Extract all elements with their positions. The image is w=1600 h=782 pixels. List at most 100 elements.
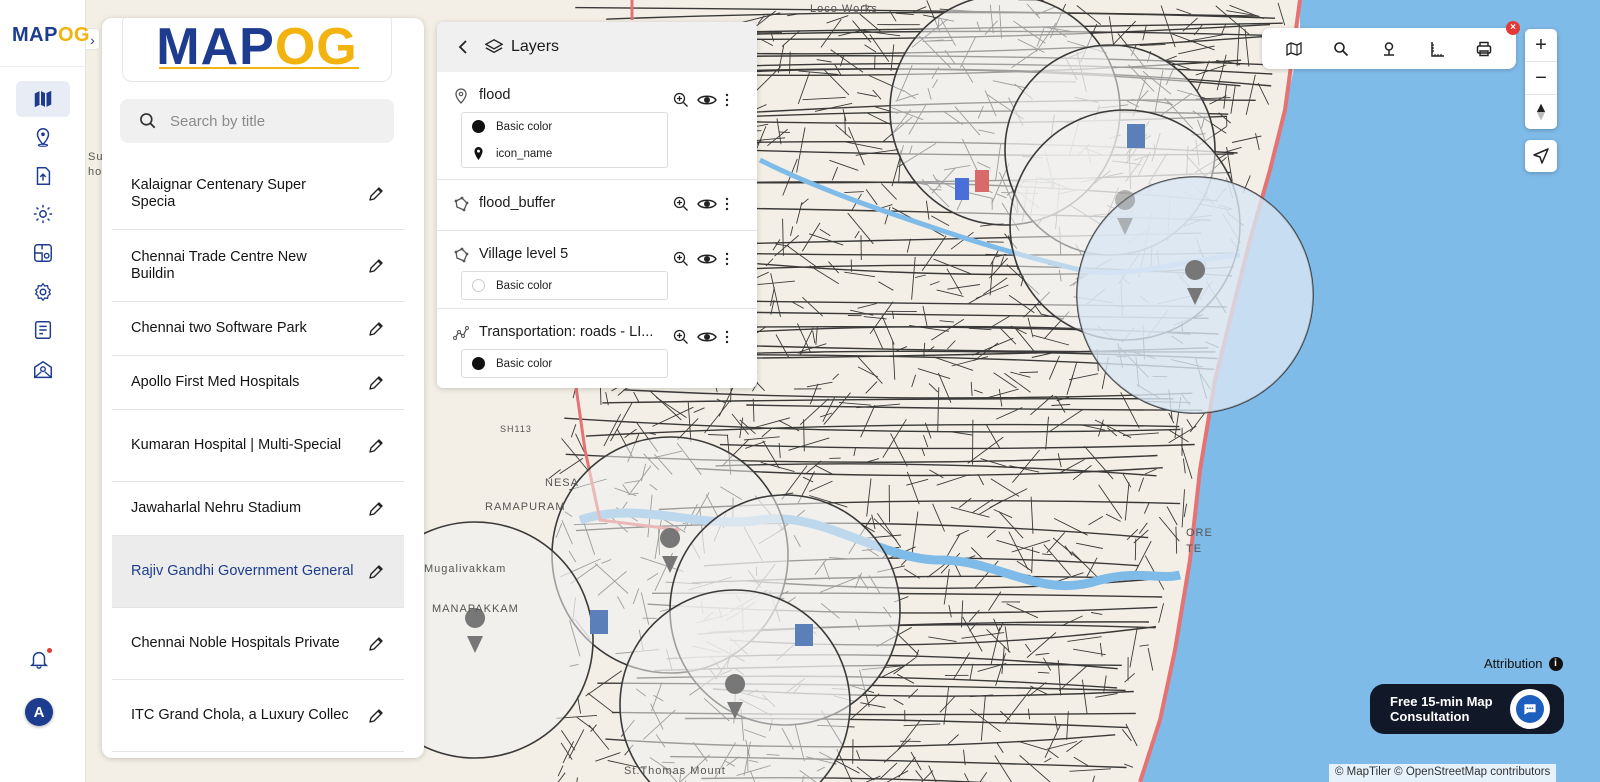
map-analysis-icon xyxy=(34,244,52,262)
legend-label: Basic color xyxy=(496,120,553,133)
pencil-icon[interactable] xyxy=(368,186,384,202)
left-rail: MAPOG A xyxy=(0,0,90,782)
attribution-toggle[interactable]: Attribution i xyxy=(1484,656,1563,671)
pencil-icon[interactable] xyxy=(368,636,384,652)
zoom-to-layer-icon[interactable] xyxy=(673,329,689,345)
map-label: RAMAPURAM xyxy=(485,501,566,513)
measure-icon[interactable] xyxy=(1429,41,1445,57)
print-icon[interactable] xyxy=(1476,41,1492,57)
map-label: ORE xyxy=(1186,527,1213,539)
title-list-item-label: Chennai two Software Park xyxy=(131,320,307,336)
more-vertical-icon[interactable] xyxy=(725,252,729,266)
title-list-item[interactable]: Chennai Trade Centre New Buildin xyxy=(112,230,404,302)
brand-logo: MAPOG xyxy=(122,18,392,82)
chat-button[interactable] xyxy=(1510,689,1550,729)
consultation-line-2: Consultation xyxy=(1390,709,1470,724)
title-list-item[interactable]: Kumaran Hospital | Multi-Special xyxy=(112,410,404,482)
compass-button[interactable] xyxy=(1525,95,1557,128)
rail-analysis-button[interactable] xyxy=(16,235,70,271)
pencil-icon[interactable] xyxy=(368,564,384,580)
zoom-out-button[interactable]: − xyxy=(1525,62,1557,95)
map-label: SH113 xyxy=(500,424,532,434)
rail-share-button[interactable] xyxy=(16,352,70,388)
consultation-button[interactable]: Free 15-min Map Consultation xyxy=(1370,684,1564,734)
title-list-item-label: Apollo First Med Hospitals xyxy=(131,374,300,390)
eye-icon[interactable] xyxy=(697,93,717,107)
zoom-to-layer-icon[interactable] xyxy=(673,92,689,108)
back-arrow-icon[interactable] xyxy=(457,40,469,54)
pencil-icon[interactable] xyxy=(368,258,384,274)
legend-row: icon_name xyxy=(462,140,667,167)
location-pin-icon xyxy=(36,128,50,147)
layer-actions xyxy=(673,251,729,267)
polygon-icon xyxy=(454,247,469,263)
title-list-item-label: Rajiv Gandhi Government General xyxy=(131,563,354,579)
zoom-in-button[interactable]: + xyxy=(1525,29,1557,62)
map-copyright[interactable]: © MapTiler © OpenStreetMap contributors xyxy=(1329,764,1557,782)
title-list-item-label: Kumaran Hospital | Multi-Special xyxy=(131,437,342,453)
more-vertical-icon[interactable] xyxy=(725,197,729,211)
rail-location-button[interactable] xyxy=(16,119,70,155)
toolbar-close-button[interactable]: × xyxy=(1506,21,1520,35)
map-icon xyxy=(34,90,52,108)
title-list-item[interactable]: ITC Grand Chola, a Luxury Collec xyxy=(112,680,404,752)
zoom-to-layer-icon[interactable] xyxy=(673,196,689,212)
user-avatar[interactable]: A xyxy=(25,698,53,726)
color-swatch xyxy=(472,120,485,133)
legend-row: Basic color xyxy=(462,350,667,377)
eye-icon[interactable] xyxy=(697,252,717,266)
legend-label: Basic color xyxy=(496,357,553,370)
upload-file-icon xyxy=(36,167,51,185)
rail-report-button[interactable] xyxy=(16,312,70,348)
search-input[interactable] xyxy=(170,112,370,130)
pencil-icon[interactable] xyxy=(368,321,384,337)
settings-gear-icon xyxy=(33,204,53,224)
title-list-item[interactable]: Rajiv Gandhi Government General xyxy=(112,536,404,608)
title-list-item[interactable]: Chennai two Software Park xyxy=(112,302,404,356)
layer-legend: Basic color icon_name xyxy=(461,112,668,168)
title-list-item-label: Chennai Trade Centre New Buildin xyxy=(131,248,307,282)
rail-upload-button[interactable] xyxy=(16,158,70,194)
title-list-item[interactable]: Apollo First Med Hospitals xyxy=(112,356,404,410)
rail-logo[interactable]: MAPOG xyxy=(12,24,90,47)
layers-title: Layers xyxy=(511,38,560,55)
pencil-icon[interactable] xyxy=(368,438,384,454)
color-swatch xyxy=(472,357,485,370)
pencil-icon[interactable] xyxy=(368,501,384,517)
notification-button[interactable] xyxy=(28,648,52,672)
rail-map-button[interactable] xyxy=(16,81,70,117)
line-icon xyxy=(453,326,469,340)
title-list-item[interactable]: Kalaignar Centenary Super Specia xyxy=(112,158,404,230)
search-box[interactable] xyxy=(120,99,394,143)
eye-icon[interactable] xyxy=(697,197,717,211)
cog-icon xyxy=(34,282,52,302)
eye-icon[interactable] xyxy=(697,330,717,344)
search-icon[interactable] xyxy=(1333,41,1349,57)
color-swatch xyxy=(472,279,485,292)
layer-row[interactable]: flood_buffer xyxy=(437,180,757,231)
map-layers-icon[interactable] xyxy=(1286,41,1302,57)
pencil-icon[interactable] xyxy=(368,708,384,724)
zoom-to-layer-icon[interactable] xyxy=(673,251,689,267)
pencil-icon[interactable] xyxy=(368,375,384,391)
locate-me-button[interactable] xyxy=(1525,140,1557,172)
report-icon xyxy=(34,321,52,339)
layer-row[interactable]: Village level 5 Basic color xyxy=(437,231,757,309)
pin-drop-icon[interactable] xyxy=(1381,41,1397,57)
title-list-item[interactable]: Chennai Noble Hospitals Private xyxy=(112,608,404,680)
layer-row[interactable]: Transportation: roads - LI... Basic color xyxy=(437,309,757,388)
layer-actions xyxy=(673,329,729,345)
rail-settings-button[interactable] xyxy=(16,196,70,232)
more-vertical-icon[interactable] xyxy=(725,330,729,344)
layer-legend: Basic color xyxy=(461,271,668,300)
info-icon: i xyxy=(1548,656,1563,671)
layer-name: Transportation: roads - LI... xyxy=(479,324,654,340)
title-list-item-label: Jawaharlal Nehru Stadium xyxy=(131,500,302,516)
more-vertical-icon[interactable] xyxy=(725,93,729,107)
title-list-item-label: Chennai Noble Hospitals Private xyxy=(131,635,340,651)
layer-row[interactable]: flood Basic color icon_name xyxy=(437,72,757,180)
rail-cog-button[interactable] xyxy=(16,274,70,310)
legend-label: Basic color xyxy=(496,279,553,292)
map-label: NESA xyxy=(545,477,579,489)
title-list-item[interactable]: Jawaharlal Nehru Stadium xyxy=(112,482,404,536)
